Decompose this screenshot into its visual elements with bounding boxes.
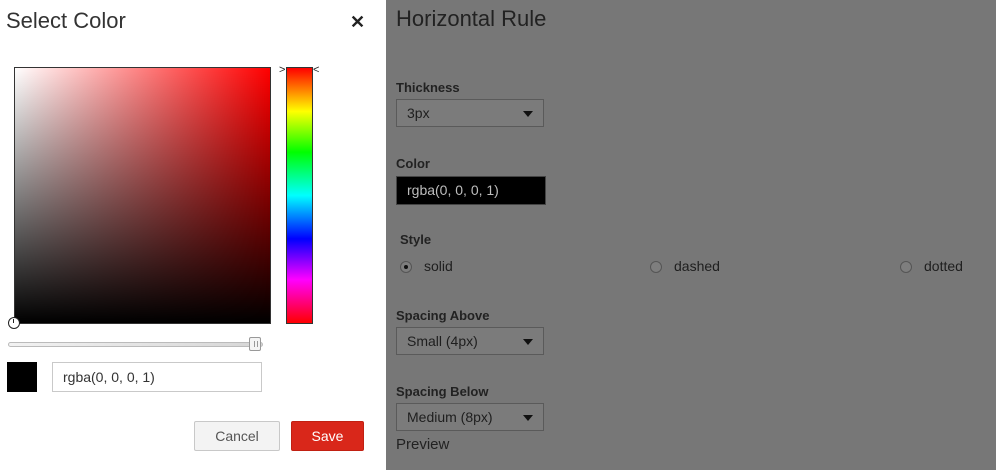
spacing-below-value: Medium (8px) [407,409,493,425]
chevron-down-icon [523,415,533,421]
style-label: Style [400,232,432,247]
horizontal-rule-settings-panel: Horizontal Rule Thickness 3px Color rgba… [386,0,996,470]
style-option-label: dotted [924,258,963,274]
saturation-value-picker[interactable] [14,67,271,324]
saturation-value-handle[interactable] [8,317,20,329]
chevron-down-icon [523,339,533,345]
color-value-input[interactable] [52,362,262,392]
thickness-value: 3px [407,105,430,121]
alpha-slider-handle[interactable] [249,337,261,351]
select-color-dialog: Select Color ✕ > < Cancel Save [0,0,386,470]
radio-unselected-icon [650,261,662,273]
cancel-button[interactable]: Cancel [194,421,280,451]
save-button[interactable]: Save [291,421,364,451]
radio-unselected-icon [900,261,912,273]
style-option-label: solid [424,258,453,274]
hue-pointer-right-icon[interactable]: < [313,64,319,76]
color-label: Color [396,156,430,171]
chevron-down-icon [523,111,533,117]
radio-selected-icon [400,261,412,273]
spacing-above-value: Small (4px) [407,333,478,349]
spacing-above-label: Spacing Above [396,308,490,323]
thickness-select[interactable]: 3px [396,99,544,127]
color-field-value: rgba(0, 0, 0, 1) [407,182,499,198]
panel-title: Horizontal Rule [396,6,547,31]
style-option-label: dashed [674,258,720,274]
spacing-above-select[interactable]: Small (4px) [396,327,544,355]
dialog-title: Select Color [6,8,126,33]
color-preview-swatch [7,362,37,392]
hue-slider[interactable] [286,67,313,324]
spacing-below-select[interactable]: Medium (8px) [396,403,544,431]
alpha-slider[interactable] [8,342,263,347]
thickness-label: Thickness [396,80,460,95]
hue-pointer-left-icon[interactable]: > [279,64,285,76]
color-field[interactable]: rgba(0, 0, 0, 1) [396,176,546,205]
close-icon[interactable]: ✕ [350,12,365,33]
preview-label: Preview [396,436,450,453]
spacing-below-label: Spacing Below [396,384,489,399]
